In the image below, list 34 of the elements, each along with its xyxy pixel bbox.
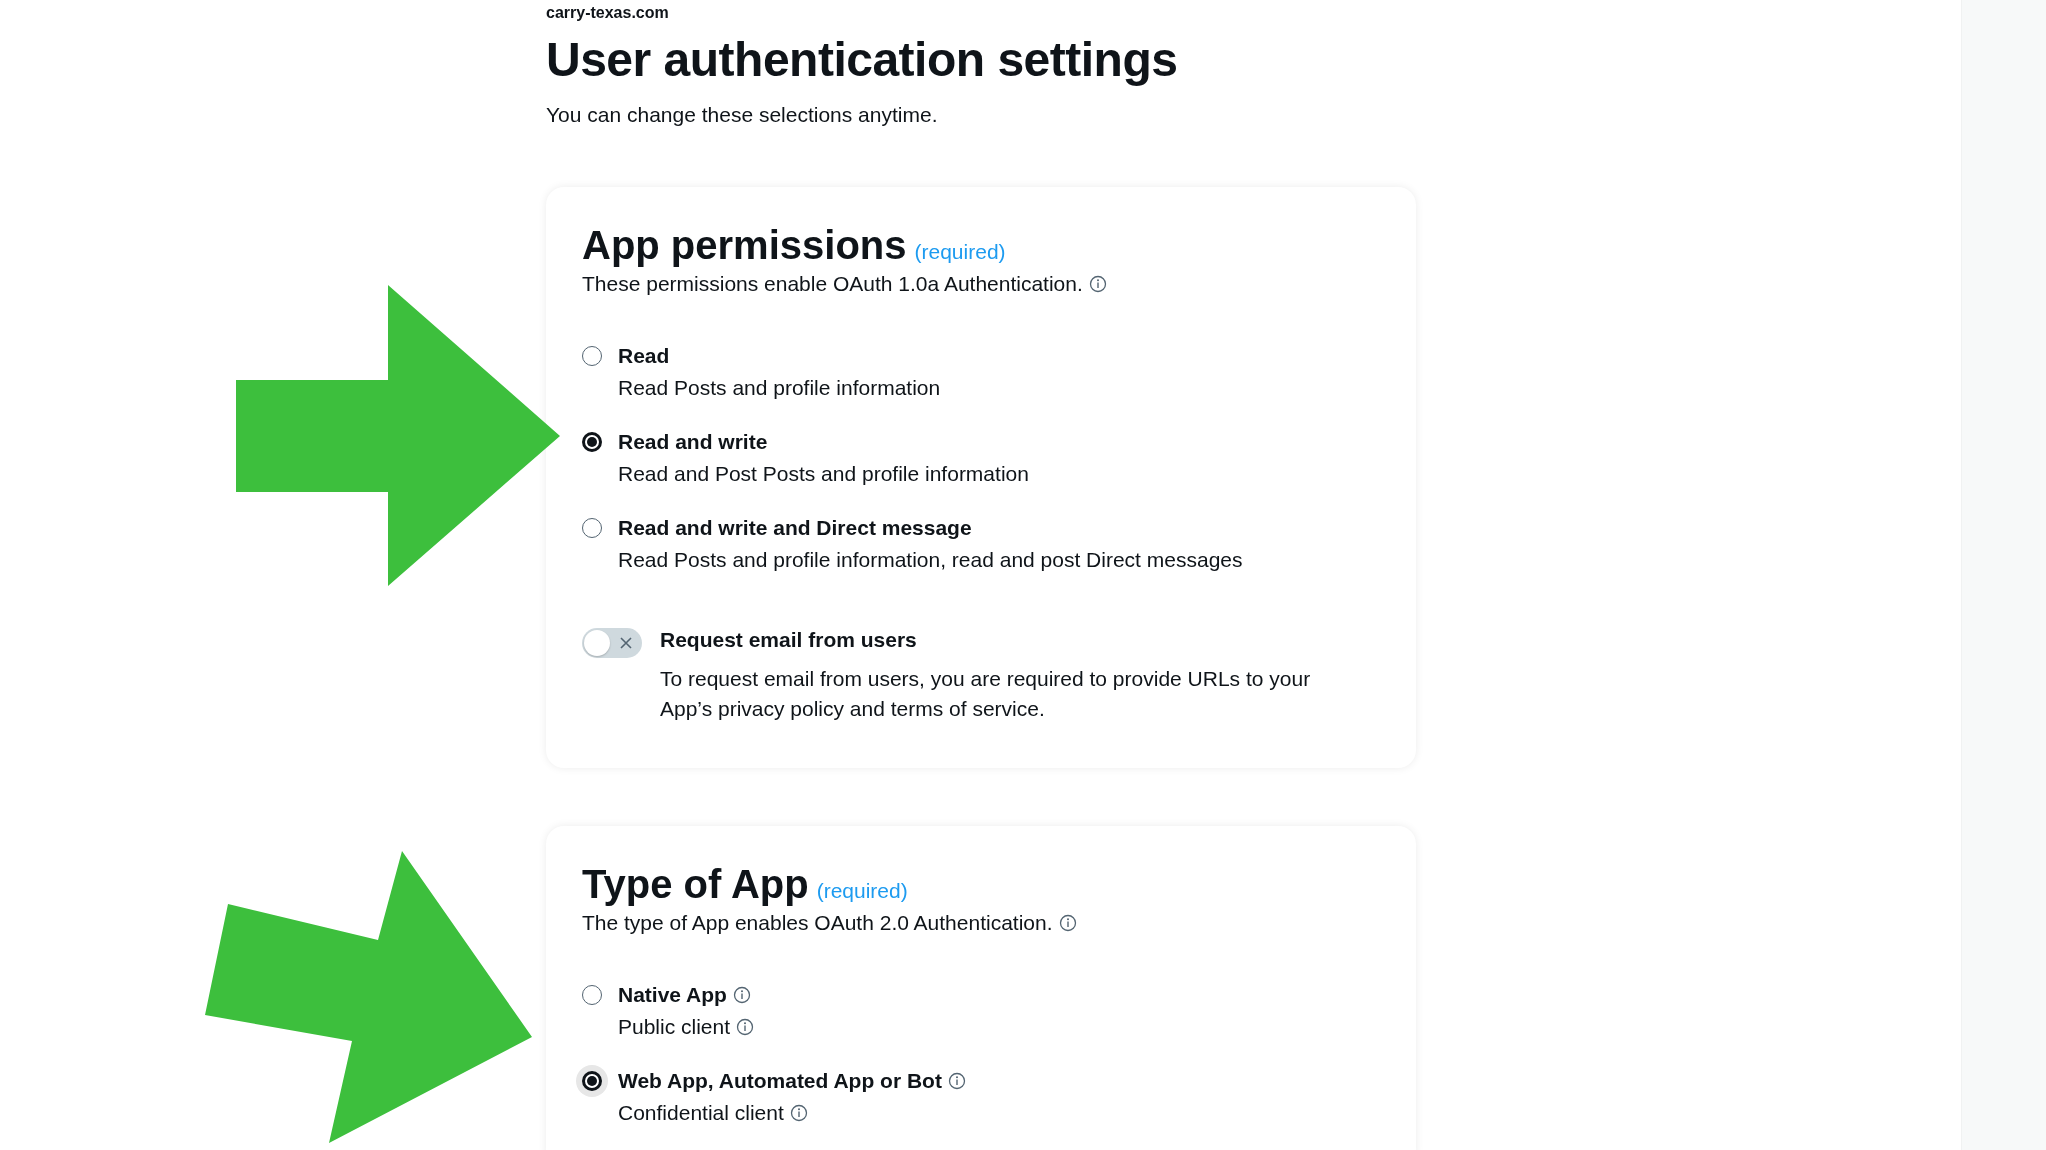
radio-button[interactable] <box>582 1071 602 1091</box>
option-label: Read <box>618 344 670 368</box>
option-label: Native App <box>618 983 727 1007</box>
toggle-switch[interactable] <box>582 628 642 658</box>
site-domain: carry-texas.com <box>546 4 670 22</box>
required-label: (required) <box>816 879 908 903</box>
option-description: Read Posts and profile information, read and post Direct messages <box>618 548 1243 572</box>
section-description: The type of App enables OAuth 2.0 Authentication. <box>582 911 1053 935</box>
option-label: Read and write and Direct message <box>618 516 972 540</box>
section-title: App permissions <box>582 223 907 268</box>
option-description: Read Posts and profile information <box>618 376 941 400</box>
required-label: (required) <box>914 240 1006 264</box>
info-icon[interactable] <box>732 986 751 1004</box>
option-label: Web App, Automated App or Bot <box>618 1069 942 1093</box>
radio-button[interactable] <box>582 432 602 452</box>
info-icon[interactable] <box>1058 914 1077 932</box>
info-icon[interactable] <box>947 1072 966 1090</box>
info-icon[interactable] <box>789 1104 808 1122</box>
option-description: Confidential client <box>618 1101 784 1125</box>
section-title: Type of App <box>582 862 809 907</box>
radio-button[interactable] <box>582 985 602 1005</box>
page-subtitle: You can change these selections anytime. <box>546 103 939 127</box>
info-icon[interactable] <box>1088 275 1107 293</box>
info-icon[interactable] <box>736 1018 755 1036</box>
page-title: User authentication settings <box>546 32 1179 87</box>
option-label: Read and write <box>618 430 768 454</box>
toggle-description: To request email from users, you are required to provide URLs to your App’s privacy policy and terms of service. <box>660 666 1312 722</box>
radio-button[interactable] <box>582 346 602 366</box>
option-description: Public client <box>618 1015 731 1039</box>
radio-button[interactable] <box>582 518 602 538</box>
close-icon <box>619 636 633 650</box>
section-description: These permissions enable OAuth 1.0a Authentication. <box>582 272 1083 296</box>
option-description: Read and Post Posts and profile information <box>618 462 1029 486</box>
toggle-label: Request email from users <box>660 628 918 653</box>
